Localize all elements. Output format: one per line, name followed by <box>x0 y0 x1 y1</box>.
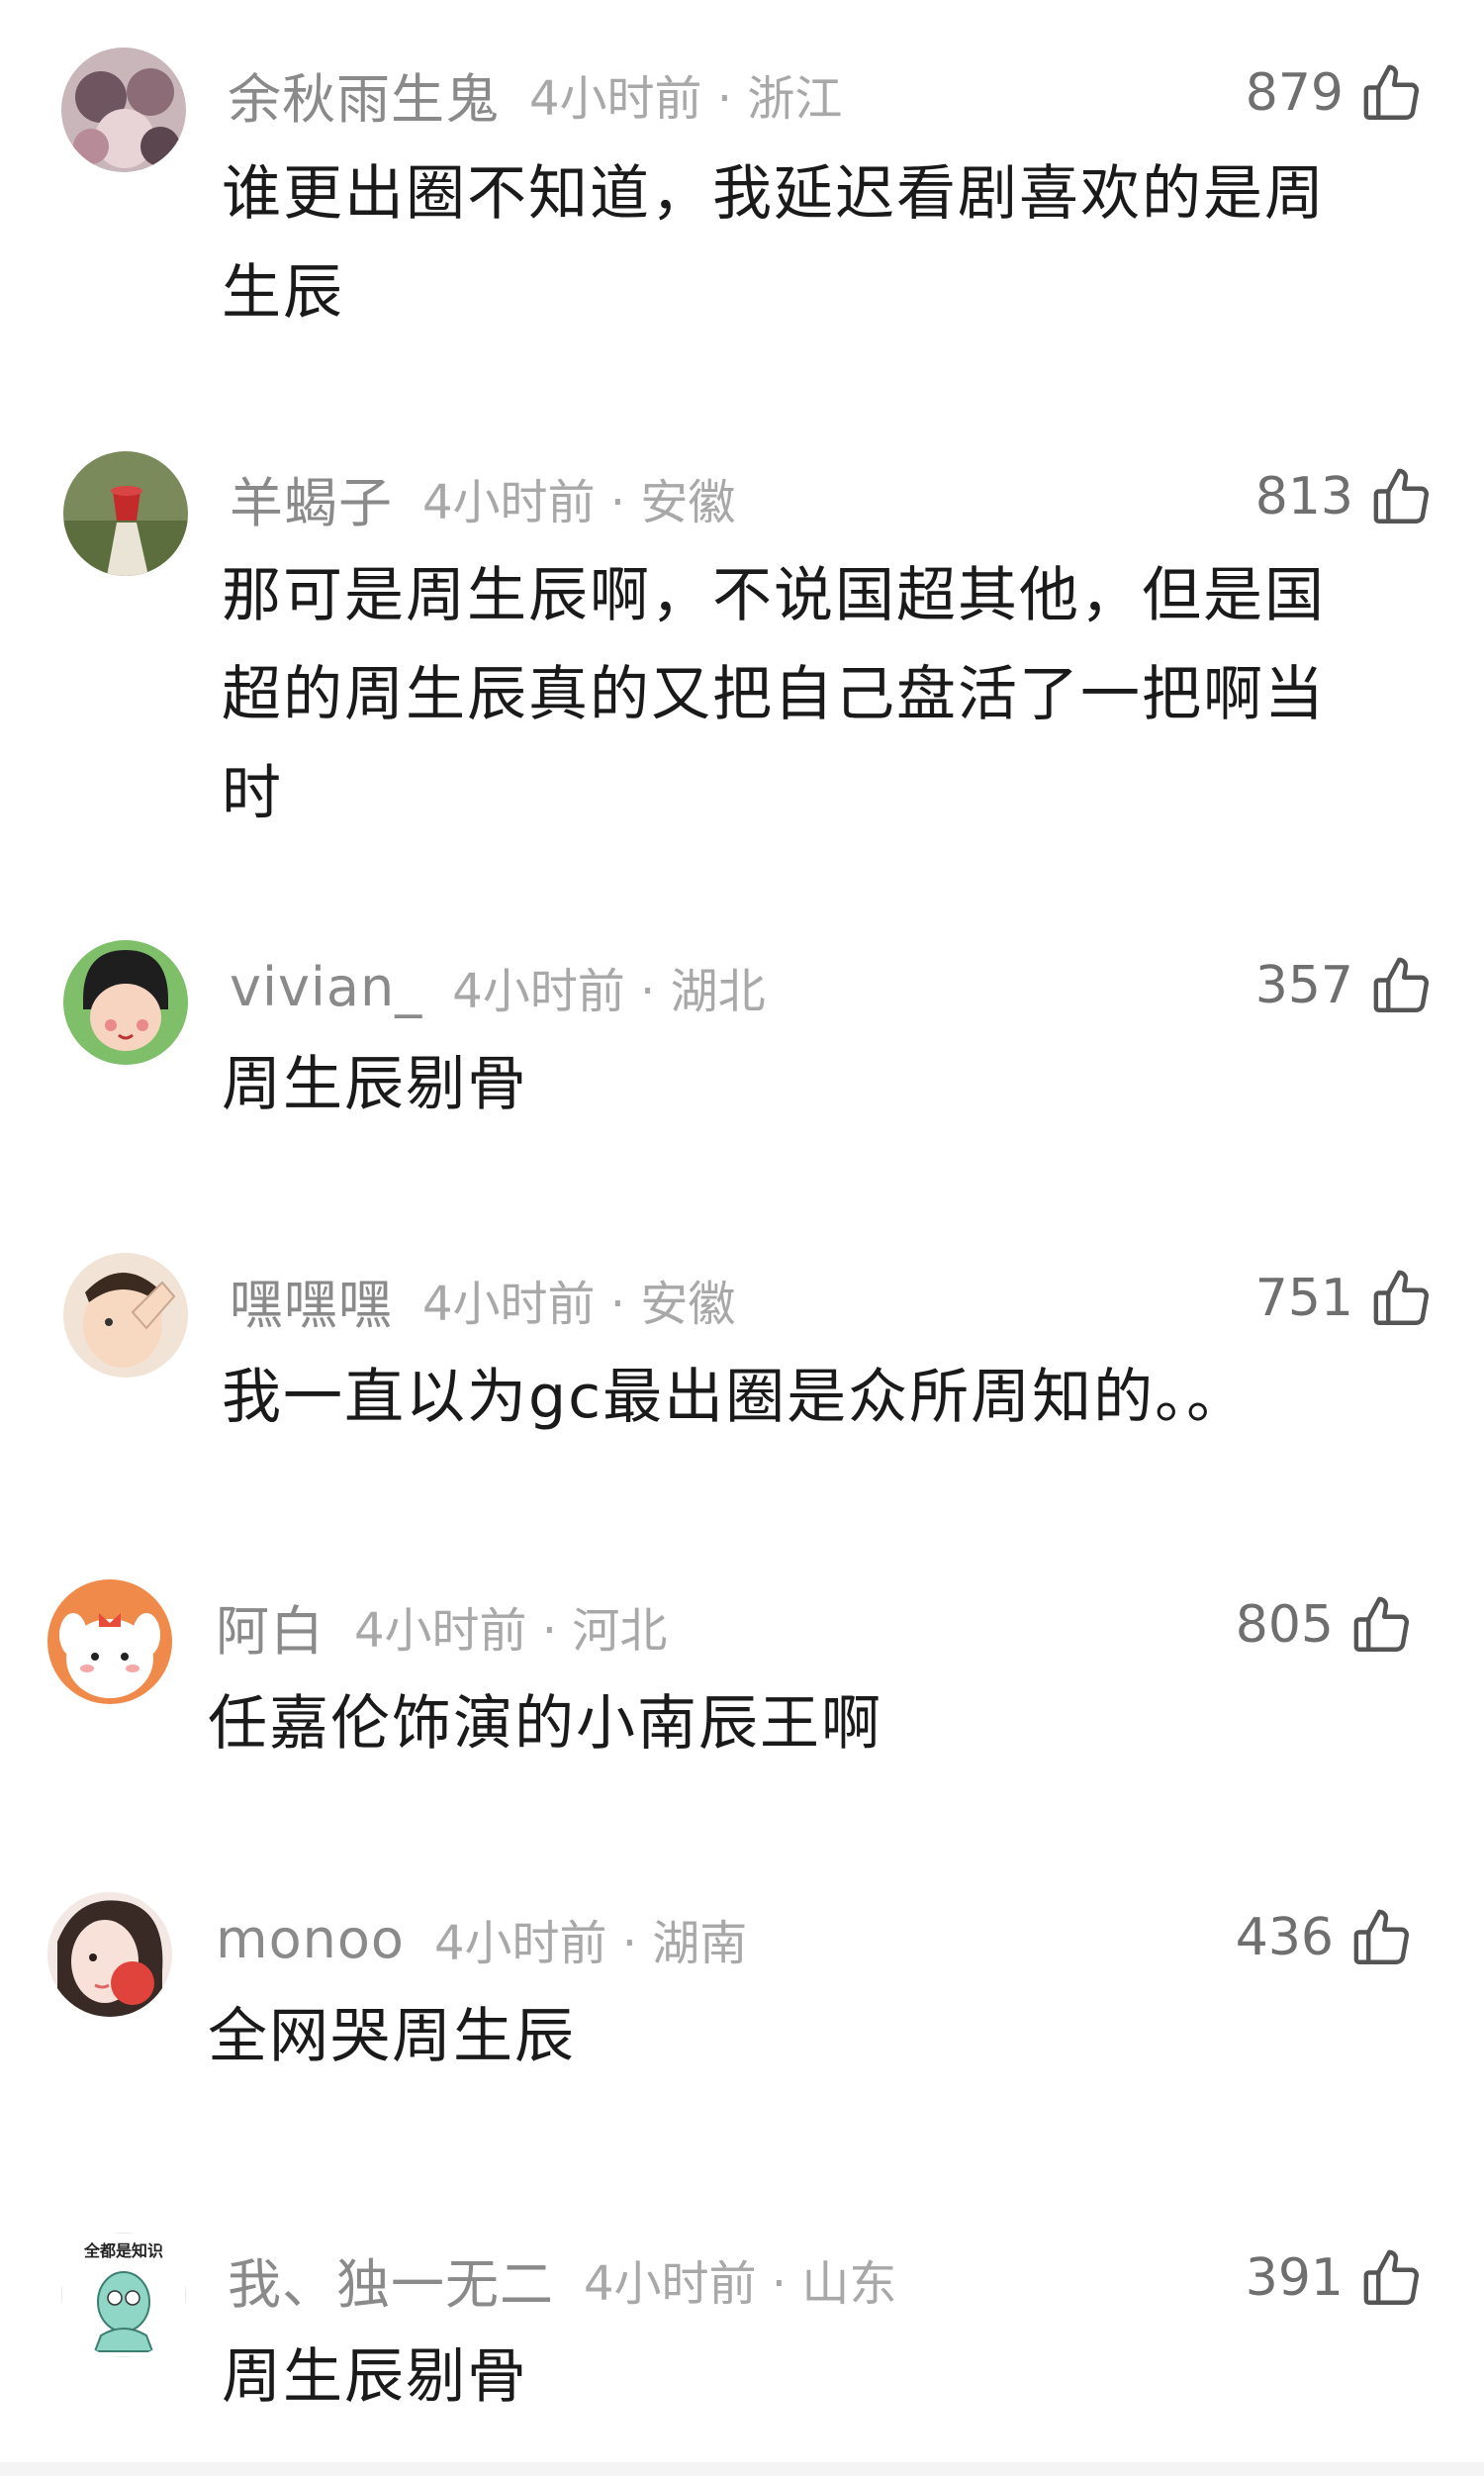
avatar-image: 全都是知识 <box>61 2233 186 2357</box>
like-count: 436 <box>1235 1908 1334 1967</box>
avatar[interactable] <box>47 1579 172 1704</box>
like-count: 813 <box>1254 467 1353 526</box>
username[interactable]: 我、独一无二 <box>228 2240 554 2319</box>
like-button[interactable]: 436 <box>1236 1898 1415 1977</box>
username[interactable]: 阿白 <box>216 1587 325 1666</box>
like-button[interactable]: 813 <box>1255 457 1435 536</box>
avatar-caption: 全都是知识 <box>83 2241 163 2260</box>
comment-meta: 4小时前 · 山东 <box>584 2256 897 2312</box>
username[interactable]: 余秋雨生鬼 <box>228 55 500 134</box>
avatar-image <box>63 1253 188 1378</box>
comment-header: 我、独一无二 4小时前 · 山东 <box>228 2244 897 2316</box>
like-button[interactable]: 805 <box>1236 1585 1415 1665</box>
comment-text: 谁更出圈不知道，我延迟看剧喜欢的是周 生辰 <box>222 159 1326 328</box>
like-count: 879 <box>1245 63 1344 123</box>
comment-meta: 4小时前 · 湖南 <box>433 1916 748 1971</box>
comment-meta: 4小时前 · 湖北 <box>452 964 766 1019</box>
thumbs-up-icon <box>1349 1905 1415 1970</box>
avatar[interactable] <box>63 1253 188 1378</box>
username[interactable]: 嘿嘿嘿 <box>230 1261 393 1339</box>
like-count: 391 <box>1245 2248 1344 2308</box>
avatar[interactable] <box>61 48 186 172</box>
comment-meta: 4小时前 · 河北 <box>354 1603 668 1659</box>
comment-header: 羊蝎子 4小时前 · 安徽 <box>230 463 736 534</box>
avatar[interactable]: 全都是知识 <box>61 2233 186 2357</box>
username[interactable]: vivian_ <box>230 956 422 1018</box>
like-button[interactable]: 391 <box>1246 2238 1425 2318</box>
thumbs-up-icon <box>1359 2245 1425 2311</box>
like-button[interactable]: 357 <box>1255 946 1435 1025</box>
like-button[interactable]: 879 <box>1246 53 1425 133</box>
comment-text: 那可是周生辰啊，不说国超其他，但是国 超的周生辰真的又把自己盘活了一把啊当 时 <box>222 561 1326 828</box>
thumbs-up-icon <box>1369 1266 1435 1331</box>
like-count: 357 <box>1254 956 1353 1015</box>
thumbs-up-icon <box>1359 60 1425 126</box>
avatar-image <box>47 1892 172 2017</box>
avatar[interactable] <box>63 940 188 1065</box>
avatar-image <box>61 48 186 172</box>
like-count: 805 <box>1235 1595 1334 1655</box>
bottom-edge <box>0 2462 1484 2476</box>
comment-text: 周生辰剔骨 <box>222 1050 528 1119</box>
username[interactable]: monoo <box>216 1908 405 1970</box>
avatar-image <box>63 451 188 576</box>
comment-header: 阿白 4小时前 · 河北 <box>216 1591 668 1663</box>
thumbs-up-icon <box>1349 1592 1415 1658</box>
like-count: 751 <box>1254 1269 1353 1328</box>
comment-meta: 4小时前 · 浙江 <box>529 71 843 127</box>
thumbs-up-icon <box>1369 953 1435 1018</box>
username[interactable]: 羊蝎子 <box>230 459 393 537</box>
avatar[interactable] <box>63 451 188 576</box>
comment-text: 全网哭周生辰 <box>208 2002 576 2071</box>
comment-header: vivian_ 4小时前 · 湖北 <box>230 952 766 1021</box>
comment-header: monoo 4小时前 · 湖南 <box>216 1904 747 1973</box>
comment-text: 我一直以为gc最出圈是众所周知的。。 <box>222 1363 1249 1432</box>
comment-meta: 4小时前 · 安徽 <box>422 1277 736 1332</box>
avatar-image <box>63 940 188 1065</box>
avatar[interactable] <box>47 1892 172 2017</box>
avatar-image <box>47 1579 172 1704</box>
comment-header: 嘿嘿嘿 4小时前 · 安徽 <box>230 1265 736 1336</box>
comment-text: 周生辰剔骨 <box>222 2342 528 2412</box>
comment-header: 余秋雨生鬼 4小时前 · 浙江 <box>228 59 843 131</box>
comment-meta: 4小时前 · 安徽 <box>422 475 736 530</box>
like-button[interactable]: 751 <box>1255 1259 1435 1338</box>
thumbs-up-icon <box>1369 464 1435 529</box>
comment-text: 任嘉伦饰演的小南辰王啊 <box>208 1689 882 1759</box>
